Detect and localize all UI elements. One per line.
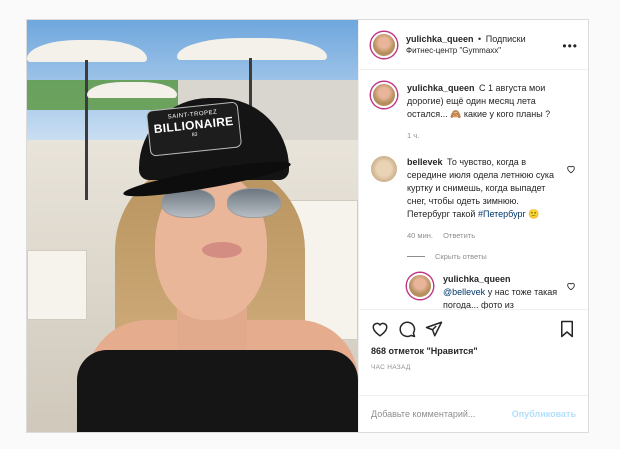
- header-separator: •: [478, 33, 482, 44]
- reply-row: yulichka_queen @bellevek у нас тоже така…: [407, 273, 576, 309]
- photo-umbrella-pole: [85, 60, 88, 200]
- comment-hashtag[interactable]: #Петербург: [478, 209, 526, 219]
- like-heart-icon[interactable]: [371, 320, 389, 338]
- more-options-icon[interactable]: •••: [562, 39, 578, 53]
- caption-username[interactable]: yulichka_queen: [407, 83, 475, 93]
- caption-row: yulichka_queen С 1 августа мои дорогие) …: [371, 82, 576, 142]
- likes-count[interactable]: 868 отметок "Нравится": [371, 346, 576, 356]
- post-side-panel: yulichka_queen • Подписки Фитнес-центр "…: [358, 20, 588, 432]
- commenter-avatar[interactable]: [371, 156, 397, 182]
- comment-like-heart-icon[interactable]: [566, 164, 576, 174]
- share-paper-plane-icon[interactable]: [425, 320, 443, 338]
- add-comment-input[interactable]: [371, 409, 512, 419]
- caption-text-block: yulichka_queen С 1 августа мои дорогие) …: [407, 82, 567, 142]
- post-time[interactable]: ЧАС НАЗАД: [371, 364, 576, 371]
- hide-replies-label: Скрыть ответы: [435, 252, 487, 261]
- add-comment-bar: Опубликовать: [359, 395, 588, 432]
- photo-lips: [202, 242, 242, 258]
- photo-umbrella: [87, 82, 177, 98]
- comment-row: bellevek То чувство, когда в середине ию…: [371, 156, 576, 242]
- reply-author-avatar[interactable]: [407, 273, 433, 299]
- comment-bubble-icon[interactable]: [398, 320, 416, 338]
- post-location[interactable]: Фитнес-центр "Gymmaxx": [406, 45, 526, 57]
- publish-button[interactable]: Опубликовать: [512, 409, 576, 419]
- reply-text-block: yulichka_queen @bellevek у нас тоже така…: [443, 273, 561, 309]
- save-bookmark-icon[interactable]: [558, 320, 576, 338]
- author-username[interactable]: yulichka_queen: [406, 34, 474, 44]
- comment-meta: 40 мин. Ответить: [407, 229, 557, 242]
- reply-like-heart-icon[interactable]: [566, 281, 576, 291]
- following-button[interactable]: Подписки: [486, 34, 526, 44]
- caption-meta: 1 ч.: [407, 129, 567, 142]
- reply-username[interactable]: yulichka_queen: [443, 274, 511, 284]
- caption-time[interactable]: 1 ч.: [407, 131, 419, 140]
- hide-replies-line: [407, 256, 425, 257]
- reply-mention[interactable]: @bellevek: [443, 287, 485, 297]
- post-header: yulichka_queen • Подписки Фитнес-центр "…: [359, 20, 588, 70]
- post-actions: 868 отметок "Нравится" ЧАС НАЗАД: [359, 309, 588, 395]
- author-avatar[interactable]: [371, 31, 397, 58]
- comment-username[interactable]: bellevek: [407, 157, 443, 167]
- post-card: SAINT-TROPEZ BILLIONAIRE 83 yulichka_que…: [26, 19, 589, 433]
- comment-emoji: 😕: [528, 209, 540, 219]
- comments-list[interactable]: yulichka_queen С 1 августа мои дорогие) …: [359, 70, 588, 309]
- comment-reply-button[interactable]: Ответить: [443, 231, 475, 240]
- comment-time[interactable]: 40 мин.: [407, 231, 433, 240]
- photo-cap-patch: SAINT-TROPEZ BILLIONAIRE 83: [145, 101, 243, 157]
- photo-lens-right: [227, 188, 281, 218]
- post-photo[interactable]: SAINT-TROPEZ BILLIONAIRE 83: [27, 20, 358, 432]
- photo-black-top: [77, 350, 358, 432]
- hide-replies-button[interactable]: Скрыть ответы: [407, 252, 576, 261]
- post-header-info: yulichka_queen • Подписки Фитнес-центр "…: [406, 33, 526, 57]
- action-icons: [371, 318, 576, 340]
- photo-lounger: [27, 250, 87, 320]
- caption-author-avatar[interactable]: [371, 82, 397, 108]
- comment-text-block: bellevek То чувство, когда в середине ию…: [407, 156, 557, 242]
